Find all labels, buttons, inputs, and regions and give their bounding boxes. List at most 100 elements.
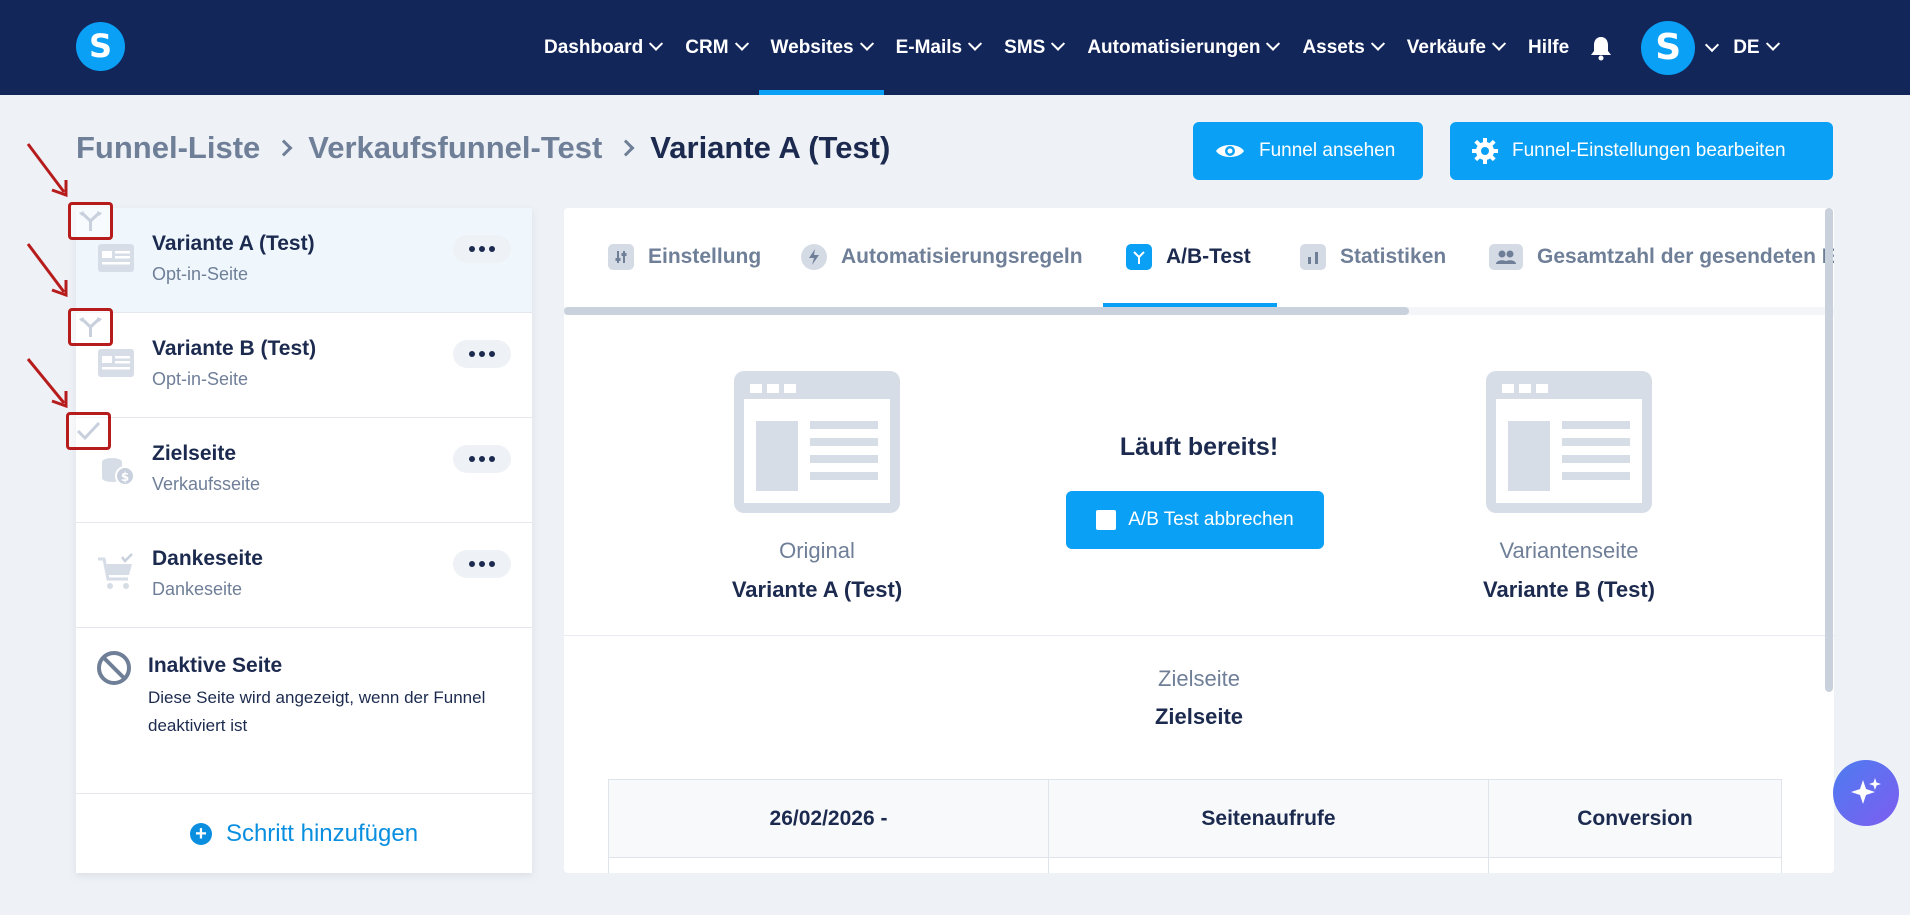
tab-statistics[interactable]: Statistiken (1300, 208, 1446, 306)
step-more-button[interactable] (453, 445, 511, 473)
variant-page-illustration (1486, 371, 1652, 513)
nav-item-sms[interactable]: SMS (992, 0, 1075, 95)
breadcrumb-funnel-list[interactable]: Funnel-Liste (76, 130, 260, 166)
chevron-down-icon (1370, 36, 1385, 51)
users-icon (1489, 244, 1523, 270)
tab-label: Gesamtzahl der gesendeten E (1537, 245, 1834, 268)
app-logo[interactable]: S (76, 22, 125, 71)
chevron-down-icon (649, 36, 664, 51)
chevron-right-icon (617, 139, 635, 157)
inactive-page-title[interactable]: Inaktive Seite (148, 654, 282, 678)
goal-page-label: Zielseite (1158, 666, 1240, 691)
divider (564, 635, 1834, 636)
svg-text:$: $ (121, 470, 129, 484)
table-header-row: 26/02/2026 - Seitenaufrufe Conversion (608, 779, 1782, 858)
panel-scrollbar[interactable] (1825, 208, 1833, 692)
variant-page-name: Variante B (Test) (1483, 577, 1655, 602)
chevron-down-icon (968, 36, 983, 51)
ai-assistant-button[interactable] (1833, 760, 1899, 826)
gear-icon (1472, 138, 1498, 164)
column-header-conversion: Conversion (1488, 779, 1782, 858)
split-icon (1126, 244, 1152, 270)
tab-automation-rules[interactable]: Automatisierungsregeln (801, 208, 1083, 306)
step-subtitle: Opt-in-Seite (152, 264, 249, 284)
nav-item-label: Automatisierungen (1087, 36, 1261, 58)
tab-label: Statistiken (1340, 245, 1447, 268)
tab-label: Automatisierungsregeln (841, 245, 1083, 268)
tab-label: Einstellung (648, 245, 762, 268)
step-title: Zielseite (152, 442, 237, 465)
funnel-step-goal-page[interactable]: $ Zielseite Verkaufsseite (76, 418, 532, 523)
ab-test-panel: Einstellung Automatisierungsregeln A/B-T… (564, 208, 1834, 873)
split-icon (79, 317, 102, 337)
split-icon (79, 211, 102, 231)
step-more-button[interactable] (453, 235, 511, 263)
tab-scrollbar-thumb[interactable] (564, 307, 1409, 315)
nav-item-crm[interactable]: CRM (673, 0, 758, 95)
plus-icon: + (189, 822, 212, 845)
sparkle-icon (1851, 778, 1881, 804)
nav-item-label: Dashboard (544, 36, 644, 58)
table-cell (1488, 857, 1782, 873)
add-step-button[interactable]: + Schritt hinzufügen (76, 793, 532, 873)
sliders-icon (608, 244, 634, 270)
chevron-right-icon (275, 139, 293, 157)
top-navigation: S Dashboard CRM Websites E-Mails SMS Aut… (0, 0, 1910, 95)
tab-ab-test[interactable]: A/B-Test (1126, 208, 1251, 306)
step-subtitle: Dankeseite (152, 579, 243, 599)
column-header-page-views: Seitenaufrufe (1048, 779, 1489, 858)
blocked-icon (97, 651, 131, 685)
annotation-arrow (26, 358, 68, 409)
chevron-down-icon (1491, 36, 1507, 51)
variant-label: Variantenseite (1499, 538, 1639, 563)
step-subtitle: Opt-in-Seite (152, 369, 249, 389)
step-more-button[interactable] (453, 340, 511, 368)
add-step-label: Schritt hinzufügen (225, 819, 419, 847)
table-cell (608, 857, 1049, 873)
annotation-box (68, 202, 113, 240)
bell-icon[interactable] (1587, 0, 1615, 95)
main-menu: Dashboard CRM Websites E-Mails SMS Autom… (532, 0, 1790, 95)
language-selector[interactable]: DE (1733, 0, 1789, 95)
nav-item-dashboard[interactable]: Dashboard (532, 0, 673, 95)
tab-label: A/B-Test (1166, 245, 1251, 268)
nav-item-help[interactable]: Hilfe (1516, 0, 1581, 95)
optin-page-icon (98, 244, 134, 272)
step-more-button[interactable] (453, 550, 511, 578)
chevron-down-icon (859, 36, 874, 51)
nav-item-sales[interactable]: Verkäufe (1395, 0, 1516, 95)
funnel-step-variant-b[interactable]: Variante B (Test) Opt-in-Seite (76, 313, 532, 418)
step-title: Variante B (Test) (152, 337, 317, 360)
table-cell (1048, 857, 1489, 873)
tab-scrollbar[interactable] (564, 307, 1834, 315)
nav-item-emails[interactable]: E-Mails (884, 0, 993, 95)
inactive-page-description: Diese Seite wird angezeigt, wenn der Fun… (148, 688, 486, 735)
chevron-down-icon (734, 36, 749, 51)
chart-icon (1300, 244, 1326, 270)
tab-settings[interactable]: Einstellung (608, 208, 761, 306)
funnel-step-variant-a[interactable]: Variante A (Test) Opt-in-Seite (76, 208, 532, 313)
nav-item-label: Verkäufe (1406, 36, 1487, 58)
breadcrumb-funnel[interactable]: Verkaufsfunnel-Test (308, 130, 602, 166)
chevron-down-icon[interactable] (1705, 37, 1720, 52)
optin-page-icon (98, 349, 134, 377)
nav-item-assets[interactable]: Assets (1290, 0, 1394, 95)
stop-icon (1096, 510, 1117, 530)
cancel-ab-test-button[interactable]: A/B Test abbrechen (1066, 491, 1324, 549)
chevron-down-icon (1051, 36, 1066, 51)
edit-funnel-settings-button[interactable]: Funnel-Einstellungen bearbeiten (1450, 122, 1833, 180)
user-avatar[interactable]: S (1641, 20, 1696, 75)
nav-item-websites[interactable]: Websites (758, 0, 884, 95)
step-subtitle: Verkaufsseite (152, 474, 261, 494)
nav-item-label: SMS (1004, 36, 1046, 58)
nav-item-label: Websites (770, 36, 854, 58)
view-funnel-button[interactable]: Funnel ansehen (1193, 122, 1423, 180)
tab-total-sent[interactable]: Gesamtzahl der gesendeten E (1489, 208, 1834, 306)
nav-item-automations[interactable]: Automatisierungen (1075, 0, 1290, 95)
chevron-down-icon (1266, 36, 1281, 51)
step-title: Dankeseite (152, 547, 263, 570)
nav-item-label: Hilfe (1528, 36, 1570, 58)
original-label: Original (779, 538, 855, 563)
annotation-box (68, 308, 113, 346)
funnel-step-thank-you[interactable]: Dankeseite Dankeseite (76, 523, 532, 628)
